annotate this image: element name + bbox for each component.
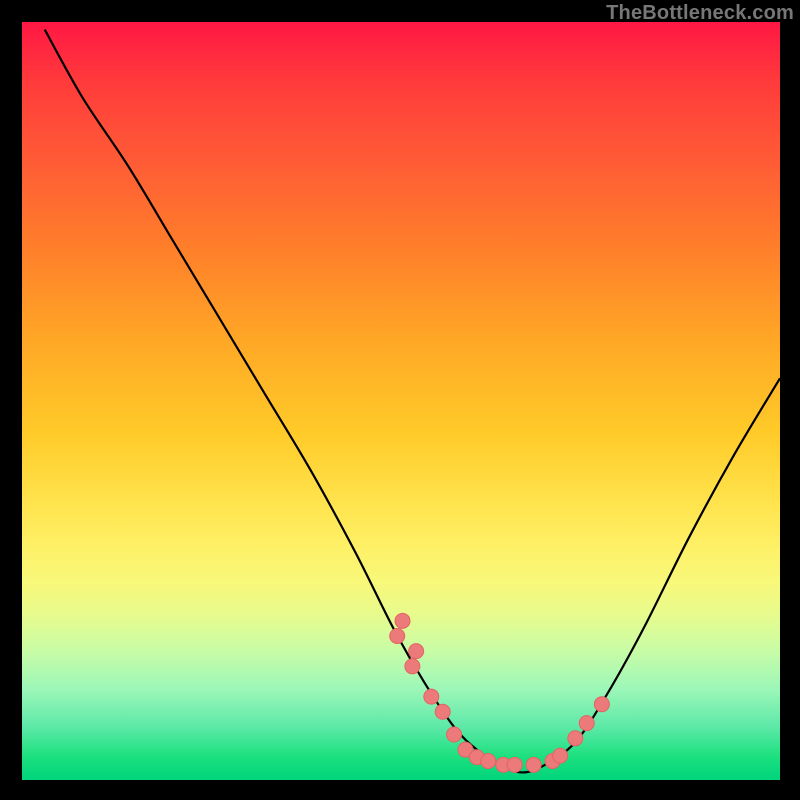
scatter-points bbox=[390, 613, 610, 772]
data-point bbox=[594, 697, 609, 712]
chart-frame: TheBottleneck.com bbox=[0, 0, 800, 800]
data-point bbox=[395, 613, 410, 628]
chart-svg bbox=[22, 22, 780, 780]
watermark-text: TheBottleneck.com bbox=[606, 2, 794, 25]
data-point bbox=[405, 659, 420, 674]
data-point bbox=[526, 757, 541, 772]
plot-area bbox=[22, 22, 780, 780]
data-point bbox=[390, 628, 405, 643]
data-point bbox=[435, 704, 450, 719]
data-point bbox=[553, 748, 568, 763]
data-point bbox=[409, 644, 424, 659]
data-point bbox=[447, 727, 462, 742]
data-point bbox=[424, 689, 439, 704]
data-point bbox=[568, 731, 583, 746]
data-point bbox=[481, 754, 496, 769]
data-point bbox=[579, 716, 594, 731]
data-point bbox=[507, 757, 522, 772]
